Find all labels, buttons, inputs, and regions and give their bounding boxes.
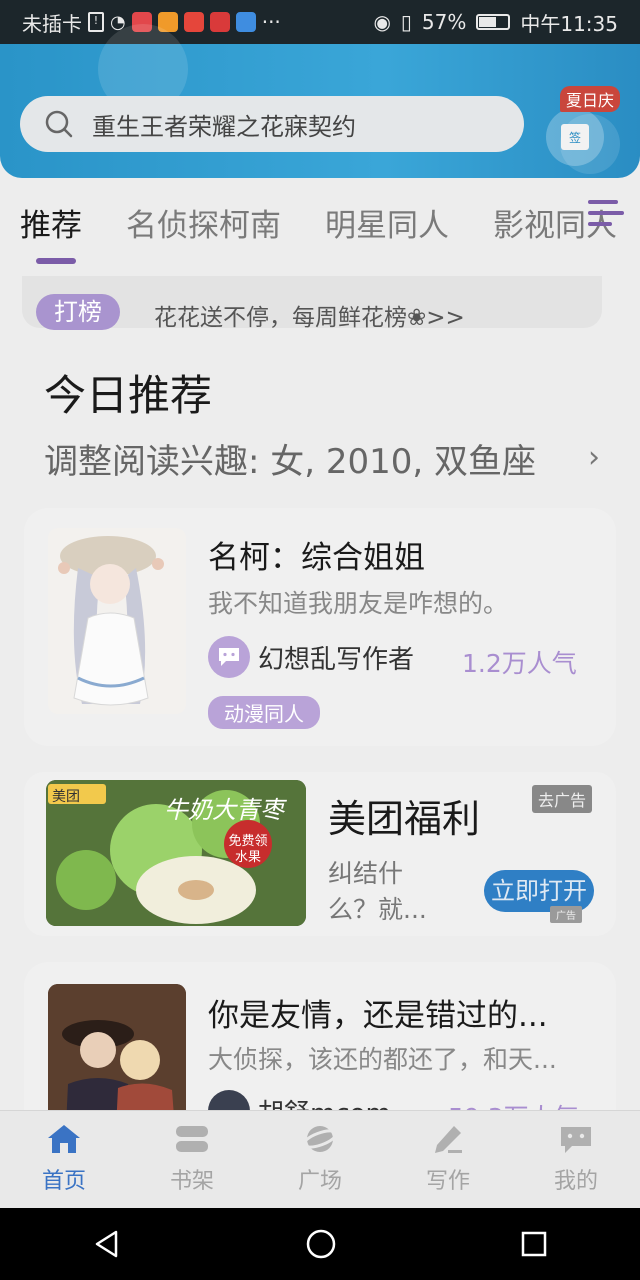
battery-percent: 57% <box>421 10 467 34</box>
vibrate-icon: ▯ <box>400 10 412 34</box>
nav-label: 我的 <box>553 1169 598 1194</box>
book-title: 名柯：综合姐姐 <box>208 540 425 576</box>
search-placeholder: 重生王者荣耀之花寐契约 <box>92 112 356 141</box>
eye-comfort-icon: ◉ <box>373 10 391 34</box>
tab-celebrity-fanfic[interactable]: 明星同人 <box>325 200 449 245</box>
genre-tag[interactable]: 动漫同人 <box>208 696 320 729</box>
ad-image-badge: 免费领水果 <box>228 834 268 865</box>
status-bar: 未插卡 ! ◔ ··· ◉ ▯ 57% 中午11:35 <box>0 0 640 44</box>
ad-title: 美团福利 <box>328 797 481 841</box>
search-bar[interactable]: 重生王者荣耀之花寐契约 <box>20 96 524 152</box>
bottom-navigation: 首页 书架 广场 写作 我的 <box>0 1110 640 1209</box>
carrier-text: 未插卡 <box>22 11 82 36</box>
book-card[interactable]: 你是友情，还是错过的... 大侦探，该还的都还了，和天... 胡舒mcom 59… <box>24 962 616 1132</box>
signin-button[interactable]: 签 夏日庆 <box>546 86 622 166</box>
search-icon <box>45 110 73 138</box>
nav-write[interactable]: 写作 <box>384 1111 512 1209</box>
nav-me[interactable]: 我的 <box>512 1111 640 1209</box>
remove-ad-button[interactable]: 去广告 <box>532 785 593 813</box>
section-title: 今日推荐 <box>44 371 213 420</box>
app-notification-icon <box>183 12 204 32</box>
planet-icon <box>302 1126 338 1152</box>
ranking-badge: 打榜 <box>36 294 120 330</box>
ranking-banner-text[interactable]: 花花送不停，每周鲜花榜❀>> <box>154 298 465 332</box>
gift-icon: 签 <box>561 124 589 150</box>
bookshelf-icon <box>176 1126 208 1152</box>
ad-description: 纠结什么？就... <box>328 859 427 924</box>
nav-bookshelf[interactable]: 书架 <box>128 1111 256 1209</box>
battery-icon <box>476 14 511 30</box>
category-menu-icon[interactable] <box>588 200 624 234</box>
more-notifications-icon: ··· <box>261 10 281 34</box>
ad-mark: 广告 <box>550 906 582 923</box>
author-row[interactable]: 幻想乱写作者 <box>208 636 414 678</box>
book-description: 我不知道我朋友是咋想的。 <box>208 589 509 618</box>
category-tabs: 推荐 名侦探柯南 明星同人 影视同人 <box>0 190 640 254</box>
nav-home[interactable]: 首页 <box>0 1111 128 1209</box>
reading-interest-link[interactable]: 调整阅读兴趣: 女, 2010, 双鱼座 <box>44 434 536 483</box>
book-cover-image <box>48 528 186 714</box>
book-description: 大侦探，该还的都还了，和天... <box>208 1045 557 1074</box>
tab-recommend[interactable]: 推荐 <box>20 200 82 245</box>
tab-detective-conan[interactable]: 名侦探柯南 <box>126 200 281 245</box>
book-title: 你是友情，还是错过的... <box>208 998 548 1034</box>
signin-circle: 签 <box>546 108 604 166</box>
active-tab-indicator <box>36 258 76 264</box>
home-icon <box>48 1125 80 1153</box>
sim-alert-icon: ! <box>88 12 104 32</box>
author-name: 幻想乱写作者 <box>258 644 415 675</box>
recent-apps-icon[interactable] <box>520 1230 548 1258</box>
author-avatar-chat-icon <box>208 636 250 678</box>
home-circle-icon[interactable] <box>305 1228 337 1260</box>
nav-label: 写作 <box>425 1169 470 1194</box>
app-notification-icon <box>209 12 230 32</box>
pen-icon <box>435 1126 462 1153</box>
nav-label: 首页 <box>41 1169 86 1194</box>
book-card[interactable]: 名柯：综合姐姐 我不知道我朋友是咋想的。 幻想乱写作者 1.2万人气 动漫同人 <box>24 508 616 746</box>
nav-square[interactable]: 广场 <box>256 1111 384 1209</box>
clock: 中午11:35 <box>520 11 618 36</box>
nav-label: 广场 <box>297 1169 342 1194</box>
chat-bubble-icon <box>561 1127 591 1153</box>
nav-label: 书架 <box>169 1169 214 1194</box>
ad-image: 美团 牛奶大青枣 免费领水果 <box>46 780 306 926</box>
ad-brand-label: 美团 <box>52 789 80 805</box>
app-notification-icon <box>235 12 256 32</box>
popularity-count: 1.2万人气 <box>462 649 577 678</box>
chevron-right-icon[interactable]: › <box>588 440 600 475</box>
ad-image-headline: 牛奶大青枣 <box>164 796 284 824</box>
system-navigation-bar <box>0 1208 640 1280</box>
signin-tag: 夏日庆 <box>560 86 621 112</box>
back-icon[interactable] <box>92 1229 122 1259</box>
